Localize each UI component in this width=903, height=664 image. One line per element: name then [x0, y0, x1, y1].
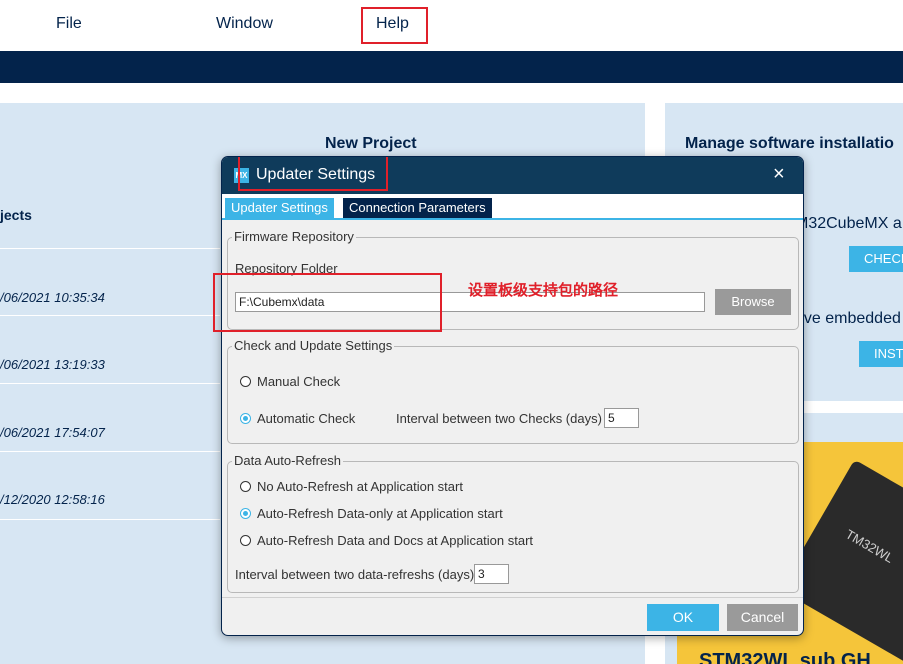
menu-file[interactable]: File [56, 15, 82, 33]
firmware-repository-title: Firmware Repository [232, 229, 356, 244]
cancel-button[interactable]: Cancel [727, 604, 798, 631]
recent-project-row[interactable]: /12/2020 12:58:16 [0, 451, 220, 520]
tab-connection-parameters[interactable]: Connection Parameters [343, 198, 492, 218]
updater-settings-dialog: MX Updater Settings × Updater Settings C… [221, 156, 804, 636]
manage-software-title: Manage software installatio [685, 135, 894, 152]
recent-project-row[interactable]: /06/2021 17:54:07 [0, 383, 220, 451]
embedded-software-text: ove embedded [795, 310, 901, 327]
annotation-text: 设置板级支持包的路径 [468, 281, 619, 299]
install-remove-button[interactable]: INST [859, 341, 903, 367]
footer-divider [222, 597, 803, 598]
recent-project-date: /06/2021 10:35:34 [0, 290, 105, 305]
automatic-check-radio[interactable] [240, 413, 251, 424]
automatic-check-label: Automatic Check [257, 411, 356, 426]
help-highlight-box [361, 7, 428, 44]
title-highlight-box [238, 157, 388, 191]
check-interval-input[interactable] [604, 408, 639, 428]
recent-project-row[interactable]: /06/2021 10:35:34 [0, 248, 220, 316]
browse-button[interactable]: Browse [715, 289, 791, 315]
auto-refresh-data-only-radio[interactable] [240, 508, 251, 519]
tab-updater-settings[interactable]: Updater Settings [225, 198, 334, 218]
auto-refresh-data-docs-label: Auto-Refresh Data and Docs at Applicatio… [257, 533, 534, 548]
check-interval-label: Interval between two Checks (days) [396, 411, 602, 426]
no-auto-refresh-label: No Auto-Refresh at Application start [257, 479, 463, 494]
menu-window[interactable]: Window [216, 15, 273, 33]
recent-project-date: /12/2020 12:58:16 [0, 492, 105, 507]
refresh-interval-input[interactable] [474, 564, 509, 584]
data-auto-refresh-group: Data Auto-Refresh No Auto-Refresh at App… [227, 453, 799, 593]
recent-project-date: /06/2021 17:54:07 [0, 425, 105, 440]
navigation-band [0, 51, 903, 83]
check-update-settings-title: Check and Update Settings [232, 338, 395, 353]
new-project-title: New Project [325, 135, 417, 152]
ad-caption: STM32WL sub GH [699, 650, 871, 664]
menu-bar: File Window Help [0, 0, 903, 51]
close-icon[interactable]: × [773, 164, 785, 184]
manual-check-label: Manual Check [257, 374, 341, 389]
manual-check-radio[interactable] [240, 376, 251, 387]
recent-project-row[interactable]: /06/2021 13:19:33 [0, 315, 220, 383]
auto-refresh-data-only-label: Auto-Refresh Data-only at Application st… [257, 506, 503, 521]
cubemx-update-text: M32CubeMX a [795, 215, 902, 232]
ok-button[interactable]: OK [647, 604, 719, 631]
auto-refresh-data-docs-radio[interactable] [240, 535, 251, 546]
dialog-tabs: Updater Settings Connection Parameters [222, 194, 803, 220]
folder-highlight-box [213, 273, 442, 332]
recent-project-date: /06/2021 13:19:33 [0, 357, 105, 372]
refresh-interval-label: Interval between two data-refreshs (days… [235, 567, 475, 582]
check-updates-button[interactable]: CHECK [849, 246, 903, 272]
data-auto-refresh-title: Data Auto-Refresh [232, 453, 343, 468]
dialog-titlebar[interactable]: MX Updater Settings × [222, 157, 803, 194]
recent-projects-title: jects [0, 207, 32, 223]
no-auto-refresh-radio[interactable] [240, 481, 251, 492]
chip-label: TM32WL [843, 526, 897, 566]
check-update-settings-group: Check and Update Settings Manual Check A… [227, 338, 799, 444]
